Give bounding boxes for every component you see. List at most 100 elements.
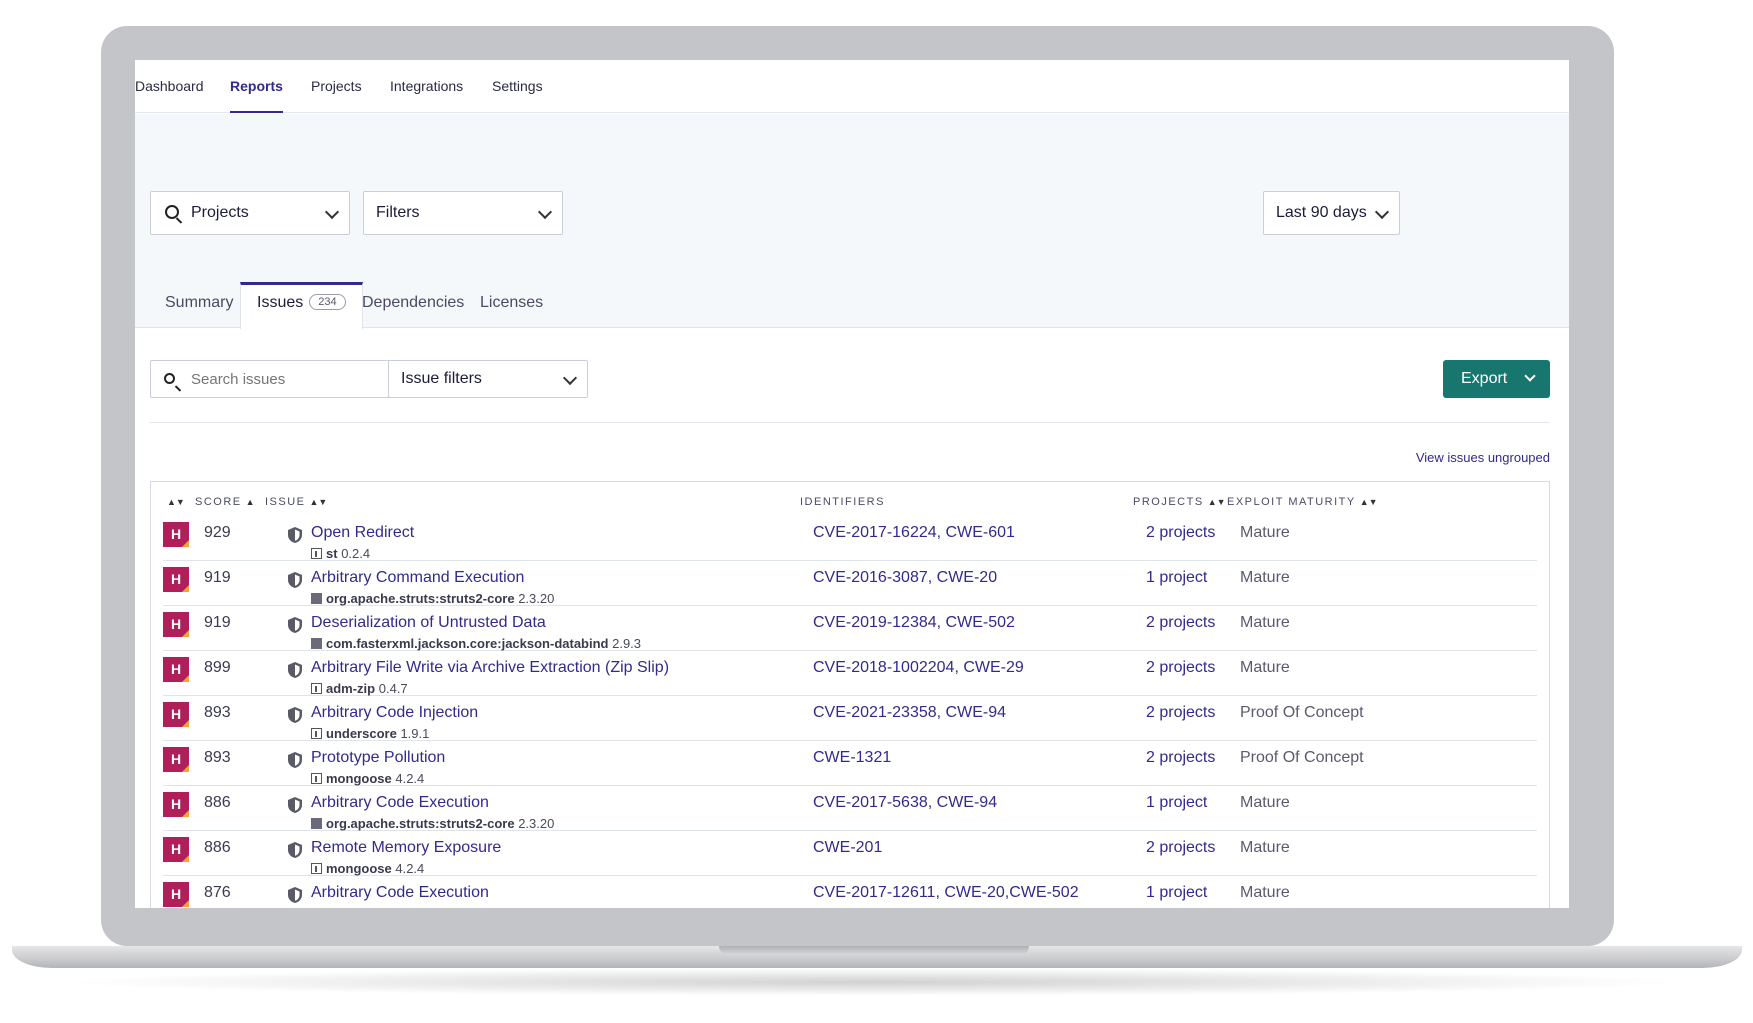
table-row[interactable]: H 886 Remote Memory Exposure mongoose 4.2.4… — [163, 831, 1537, 876]
projects-link[interactable]: 2 projects — [1146, 839, 1215, 857]
chevron-down-icon — [537, 204, 553, 220]
package-name: underscore — [326, 726, 397, 741]
view-ungrouped-link[interactable]: View issues ungrouped — [1416, 450, 1550, 465]
package-info: adm-zip 0.4.7 — [311, 681, 408, 696]
table-row[interactable]: H 919 Deserialization of Untrusted Data com… — [163, 606, 1537, 651]
issue-title-link[interactable]: Arbitrary Code Execution — [311, 884, 489, 902]
nav-reports[interactable]: Reports — [230, 77, 283, 113]
package-version: 0.4.7 — [378, 681, 408, 696]
identifiers-link[interactable]: CVE-2017-16224, CWE-601 — [813, 524, 1015, 542]
sort-icon: ▲▼ — [167, 497, 185, 507]
npm-package-icon — [311, 863, 322, 874]
chevron-down-icon — [1524, 370, 1536, 382]
issue-header[interactable]: Issue ▲▼ — [265, 496, 327, 508]
nav-integrations[interactable]: Integrations — [390, 77, 463, 113]
projects-link[interactable]: 2 projects — [1146, 524, 1215, 542]
projects-link[interactable]: 1 project — [1146, 569, 1207, 587]
issue-title-link[interactable]: Arbitrary Code Execution — [311, 794, 489, 812]
tab-dependencies[interactable]: Dependencies — [362, 294, 464, 328]
app-screen: Dashboard Reports Projects Integrations … — [135, 60, 1569, 908]
package-info: com.fasterxml.jackson.core:jackson-datab… — [311, 636, 641, 651]
identifiers-link[interactable]: CWE-201 — [813, 839, 882, 857]
package-name: mongoose — [326, 771, 392, 786]
tab-summary[interactable]: Summary — [165, 294, 233, 328]
date-range-select[interactable]: Last 90 days — [1263, 191, 1400, 235]
issue-title-link[interactable]: Remote Memory Exposure — [311, 839, 501, 857]
issue-title-link[interactable]: Arbitrary File Write via Archive Extract… — [311, 659, 669, 677]
package-version: 2.3.20 — [518, 816, 555, 831]
search-icon — [164, 373, 175, 384]
shield-icon — [287, 706, 303, 724]
severity-badge: H — [163, 702, 189, 727]
issue-filters-select[interactable]: Issue filters — [388, 360, 588, 398]
package-info: underscore 1.9.1 — [311, 726, 429, 741]
identifiers-link[interactable]: CVE-2017-12611, CWE-20,CWE-502 — [813, 884, 1079, 902]
shield-icon — [287, 571, 303, 589]
export-button[interactable]: Export — [1443, 360, 1550, 398]
table-row[interactable]: H 876 Arbitrary Code Execution org.apache.s… — [163, 876, 1537, 908]
nav-projects[interactable]: Projects — [311, 77, 362, 113]
search-issues-input[interactable] — [150, 360, 405, 398]
package-name: org.apache.struts:struts2-core — [326, 816, 515, 831]
score-header[interactable]: Score ▲ — [195, 496, 255, 508]
table-row[interactable]: H 893 Arbitrary Code Injection underscore 1… — [163, 696, 1537, 741]
table-row[interactable]: H 893 Prototype Pollution mongoose 4.2.4 CWE… — [163, 741, 1537, 786]
date-range-label: Last 90 days — [1276, 204, 1367, 221]
projects-link[interactable]: 2 projects — [1146, 614, 1215, 632]
table-row[interactable]: H 899 Arbitrary File Write via Archive Ext… — [163, 651, 1537, 696]
identifiers-link[interactable]: CVE-2016-3087, CWE-20 — [813, 569, 997, 587]
score-value: 919 — [204, 614, 231, 631]
severity-badge: H — [163, 522, 189, 547]
severity-badge: H — [163, 657, 189, 682]
severity-sort-header[interactable]: ▲▼ — [163, 496, 185, 508]
tab-issues[interactable]: Issues 234 — [240, 282, 363, 329]
issue-title-link[interactable]: Arbitrary Code Injection — [311, 704, 478, 722]
package-version: 4.2.4 — [395, 861, 425, 876]
table-row[interactable]: H 886 Arbitrary Code Execution org.apache.s… — [163, 786, 1537, 831]
projects-select[interactable]: Projects — [150, 191, 350, 235]
score-value: 919 — [204, 569, 231, 586]
score-value: 876 — [204, 884, 231, 901]
issue-title-link[interactable]: Open Redirect — [311, 524, 414, 542]
tab-licenses[interactable]: Licenses — [480, 294, 543, 328]
identifiers-link[interactable]: CWE-1321 — [813, 749, 891, 767]
score-value: 929 — [204, 524, 231, 541]
projects-link[interactable]: 1 project — [1146, 794, 1207, 812]
filters-select[interactable]: Filters — [363, 191, 563, 235]
exploit-maturity-header[interactable]: Exploit Maturity ▲▼ — [1227, 496, 1378, 508]
identifiers-link[interactable]: CVE-2017-5638, CWE-94 — [813, 794, 997, 812]
projects-link[interactable]: 1 project — [1146, 884, 1207, 902]
score-header-label: Score — [195, 496, 242, 508]
exploit-maturity: Mature — [1240, 614, 1290, 631]
identifiers-link[interactable]: CVE-2021-23358, CWE-94 — [813, 704, 1006, 722]
projects-link[interactable]: 2 projects — [1146, 659, 1215, 677]
chevron-down-icon — [324, 204, 340, 220]
issue-title-link[interactable]: Arbitrary Command Execution — [311, 569, 524, 587]
projects-header[interactable]: Projects ▲▼ — [1133, 496, 1226, 508]
package-info: mongoose 4.2.4 — [311, 861, 424, 876]
maven-package-icon — [311, 593, 322, 604]
search-icon — [165, 205, 179, 219]
shield-icon — [287, 751, 303, 769]
issue-title-link[interactable]: Prototype Pollution — [311, 749, 445, 767]
table-row[interactable]: H 929 Open Redirect st 0.2.4 CVE-2017-16224,… — [163, 516, 1537, 561]
laptop-notch — [719, 946, 1029, 955]
projects-link[interactable]: 2 projects — [1146, 749, 1215, 767]
package-name: st — [326, 546, 338, 561]
issue-title-link[interactable]: Deserialization of Untrusted Data — [311, 614, 546, 632]
identifiers-header: Identifiers — [800, 496, 885, 508]
nav-settings[interactable]: Settings — [492, 77, 543, 113]
severity-badge: H — [163, 747, 189, 772]
projects-link[interactable]: 2 projects — [1146, 704, 1215, 722]
npm-package-icon — [311, 548, 322, 559]
identifiers-link[interactable]: CVE-2018-1002204, CWE-29 — [813, 659, 1024, 677]
exploit-maturity: Mature — [1240, 659, 1290, 676]
exploit-maturity: Mature — [1240, 794, 1290, 811]
identifiers-link[interactable]: CVE-2019-12384, CWE-502 — [813, 614, 1015, 632]
issue-filters-label: Issue filters — [401, 370, 482, 387]
score-value: 886 — [204, 794, 231, 811]
score-value: 893 — [204, 749, 231, 766]
nav-dashboard[interactable]: Dashboard — [135, 77, 204, 113]
shield-icon — [287, 526, 303, 544]
table-row[interactable]: H 919 Arbitrary Command Execution org.apach… — [163, 561, 1537, 606]
